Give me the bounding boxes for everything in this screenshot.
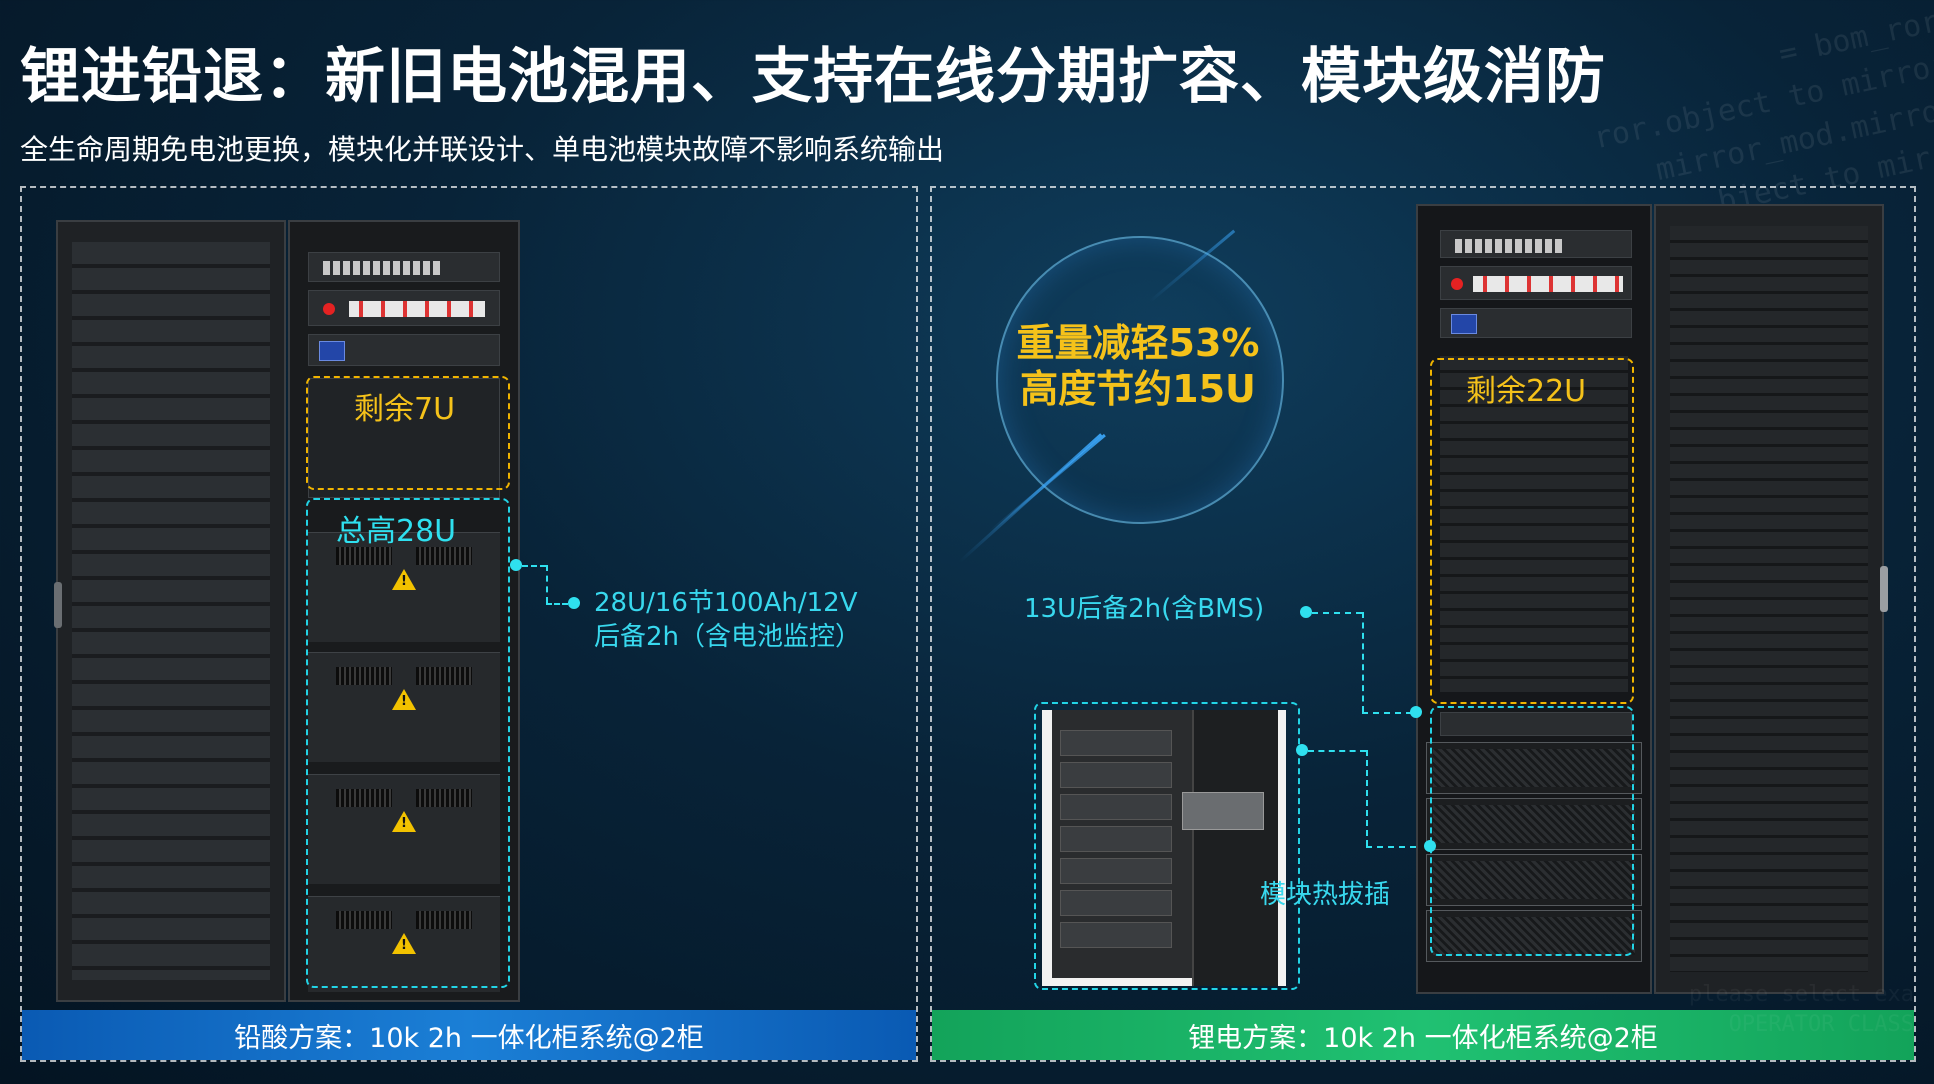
power-distribution-unit	[1440, 266, 1632, 300]
connector-line	[1362, 712, 1412, 714]
ups-display-icon	[319, 341, 345, 361]
switch-ports	[323, 261, 443, 275]
cabinet-vent	[72, 242, 270, 980]
height-saving-label: 高度节约15U	[1020, 367, 1256, 411]
lithium-module-highlight	[1430, 706, 1634, 956]
ups-display-icon	[1451, 314, 1477, 334]
lithium-remaining-label: 剩余22U	[1466, 374, 1587, 409]
hotswap-photo	[1042, 710, 1286, 986]
breaker-strip	[1473, 276, 1623, 292]
connector-dot	[568, 597, 580, 609]
page-title: 锂进铅退：新旧电池混用、支持在线分期扩容、模块级消防	[20, 42, 1606, 112]
power-led-icon	[1451, 278, 1463, 290]
connector-dot	[1296, 744, 1308, 756]
photo-pulled-module	[1182, 792, 1264, 830]
network-switch	[1440, 230, 1632, 258]
hotswap-label: 模块热拔插	[1260, 880, 1391, 910]
power-led-icon	[323, 303, 335, 315]
connector-line	[522, 565, 546, 567]
connector-line	[1366, 750, 1368, 846]
lithium-cabinet-door	[1654, 204, 1888, 994]
connector-line	[546, 565, 548, 603]
connector-line	[1308, 750, 1366, 752]
lead-acid-footer: 铅酸方案：10k 2h 一体化柜系统@2柜	[22, 1010, 916, 1060]
ups-unit	[1440, 308, 1632, 338]
connector-line	[546, 603, 568, 605]
connector-line	[1362, 612, 1364, 712]
connector-dot	[1424, 840, 1436, 852]
network-switch	[308, 252, 500, 282]
switch-ports	[1455, 239, 1565, 253]
lead-acid-total-height-label: 总高28U	[336, 514, 457, 549]
connector-line	[1366, 846, 1416, 848]
breaker-strip	[349, 301, 485, 317]
connector-line	[1312, 612, 1362, 614]
lead-acid-cabinet-door	[54, 220, 286, 1002]
lead-acid-remaining-label: 剩余7U	[354, 392, 456, 427]
connector-dot	[1300, 606, 1312, 618]
door-handle	[1880, 566, 1888, 612]
ups-unit	[308, 334, 500, 366]
cabinet-vent	[1670, 226, 1868, 972]
power-distribution-unit	[308, 290, 500, 326]
lithium-backup-label: 13U后备2h(含BMS)	[1024, 594, 1265, 624]
door-handle	[54, 582, 62, 628]
page-subtitle: 全生命周期免电池更换，模块化并联设计、单电池模块故障不影响系统输出	[20, 133, 945, 166]
lead-acid-spec-line1: 28U/16节100Ah/12V	[594, 588, 858, 618]
background-code-decoration-bottom: please select exa OPERATOR CLASS	[1688, 982, 1914, 1037]
lead-acid-spec-line2: 后备2h（含电池监控）	[594, 622, 862, 652]
photo-door	[1192, 710, 1278, 986]
connector-dot	[510, 559, 522, 571]
connector-dot	[1410, 706, 1422, 718]
lead-acid-battery-highlight	[306, 498, 510, 988]
